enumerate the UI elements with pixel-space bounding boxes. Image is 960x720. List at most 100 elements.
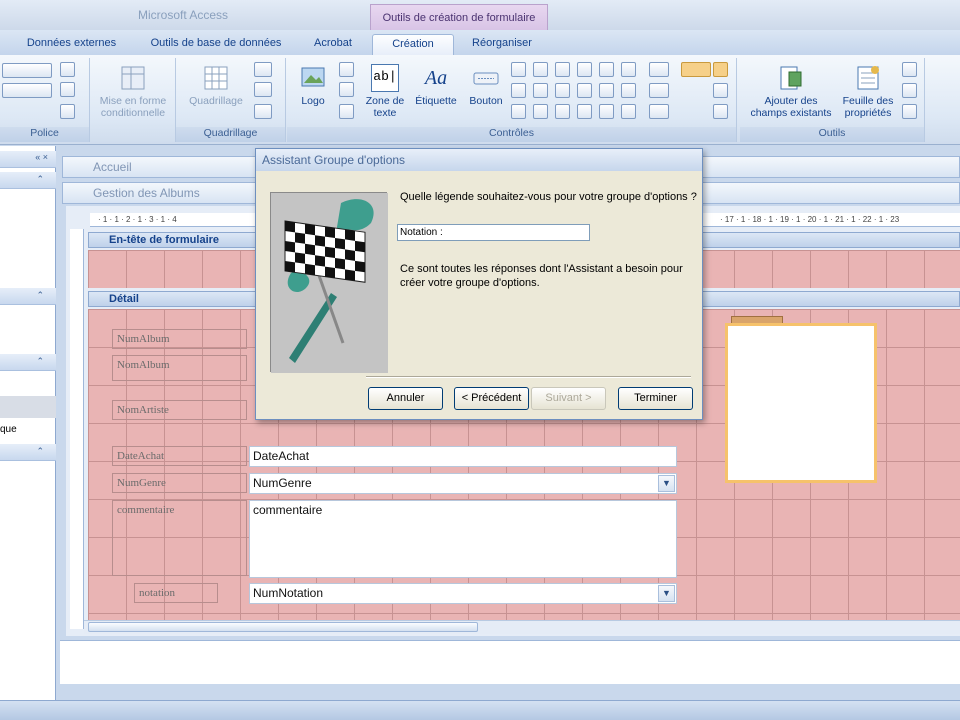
nav-group-header[interactable]: ⌃ — [0, 172, 56, 189]
nav-group-header[interactable]: ⌃ — [0, 354, 56, 371]
label-numalbum[interactable]: NumAlbum — [112, 329, 247, 349]
dialog-info: Ce sont toutes les réponses dont l'Assis… — [400, 263, 683, 289]
collapse-icon[interactable]: ⌃ — [36, 290, 44, 301]
gridlines-icon — [204, 66, 228, 90]
tab-acrobat[interactable]: Acrobat — [300, 34, 366, 55]
list-box-icon[interactable] — [533, 83, 548, 98]
fill-color-icon[interactable] — [60, 82, 75, 97]
command-button-label: Bouton — [469, 95, 503, 107]
cancel-button[interactable]: Annuler — [368, 387, 443, 410]
unbound-object-icon[interactable] — [621, 83, 636, 98]
group-quadrillage: Quadrillage Quadrillage — [176, 58, 286, 142]
line-thickness-icon[interactable] — [649, 62, 669, 77]
chart-icon[interactable] — [599, 62, 614, 77]
label-commentaire[interactable]: commentaire — [112, 500, 247, 576]
label-notation[interactable]: notation — [134, 583, 218, 603]
gridlines-button[interactable]: Quadrillage — [180, 64, 252, 107]
nav-item-selected[interactable] — [0, 396, 56, 418]
tab-control-icon[interactable] — [511, 83, 526, 98]
label-dateachat[interactable]: DateAchat — [112, 446, 247, 466]
collapse-icon[interactable]: ⌃ — [36, 356, 44, 367]
warning-icon[interactable] — [60, 62, 75, 77]
app-title: Microsoft Access — [138, 8, 229, 22]
finish-button[interactable]: Terminer — [618, 387, 693, 410]
tab-donnees-externes[interactable]: Données externes — [14, 34, 129, 55]
legend-input[interactable]: Notation : — [397, 224, 590, 241]
chevron-down-icon[interactable]: ▼ — [658, 475, 675, 492]
select-tool-icon[interactable] — [681, 62, 711, 77]
delete-icon[interactable] — [713, 104, 728, 119]
nav-header[interactable]: « × — [0, 151, 56, 168]
text-box-button[interactable]: ab| Zone de texte — [363, 64, 407, 119]
chevron-down-icon[interactable]: ▼ — [658, 585, 675, 602]
line-color-icon[interactable] — [649, 104, 669, 119]
ruler-ticks-right: · 17 · 1 · 18 · 1 · 19 · 1 · 20 · 1 · 21… — [720, 215, 900, 224]
previous-button[interactable]: < Précédent — [454, 387, 529, 410]
label-numgenre[interactable]: NumGenre — [112, 473, 247, 493]
font-size-box[interactable] — [2, 83, 52, 98]
subform-window-icon[interactable] — [902, 104, 917, 119]
logo-button[interactable]: Logo — [293, 64, 333, 107]
page-break-icon[interactable] — [599, 83, 614, 98]
bound-object-icon[interactable] — [621, 62, 636, 77]
field-numgenre[interactable]: NumGenre ▼ — [249, 473, 677, 494]
attachment-icon[interactable] — [599, 104, 614, 119]
collapse-icon[interactable]: ⌃ — [36, 446, 44, 457]
conditional-format-label: Mise en forme conditionnelle — [99, 95, 167, 119]
next-button[interactable]: Suivant > — [531, 387, 606, 410]
add-existing-fields-button[interactable]: Ajouter des champs existants — [746, 64, 836, 119]
option-group-icon[interactable] — [511, 104, 526, 119]
line-icon[interactable] — [533, 62, 548, 77]
nav-group-header[interactable]: ⌃ — [0, 288, 56, 305]
checkbox-icon[interactable] — [555, 83, 570, 98]
tab-reorganiser[interactable]: Réorganiser — [460, 34, 544, 55]
line-color-icon[interactable] — [60, 104, 75, 119]
add-fields-icon — [780, 66, 802, 90]
more-controls-icon[interactable] — [621, 104, 636, 119]
rectangle-icon[interactable] — [555, 62, 570, 77]
command-button[interactable]: Bouton — [463, 64, 509, 107]
date-time-icon[interactable] — [339, 104, 354, 119]
nav-close-icon[interactable]: « × — [35, 152, 48, 162]
title-icon[interactable] — [339, 62, 354, 77]
label-icon: Aa — [424, 67, 448, 89]
tab-creation[interactable]: Création — [372, 34, 454, 55]
field-commentaire[interactable]: commentaire — [249, 500, 677, 578]
toggle-button-icon[interactable] — [577, 104, 592, 119]
combo-box-icon[interactable] — [511, 62, 526, 77]
tab-outils-base-donnees[interactable]: Outils de base de données — [136, 34, 296, 55]
collapse-icon[interactable]: ⌃ — [36, 174, 44, 185]
field-numnotation[interactable]: NumNotation ▼ — [249, 583, 677, 604]
horizontal-scroll-thumb[interactable] — [88, 622, 478, 632]
navigation-pane: « × ⌃ ⌃ ⌃ que ⌃ — [0, 146, 56, 700]
logo-icon — [301, 67, 325, 87]
label-nomalbum[interactable]: NomAlbum — [112, 355, 247, 381]
field-dateachat[interactable]: DateAchat — [249, 446, 677, 467]
wizard-toggle-icon[interactable] — [713, 62, 728, 77]
group-outils: Ajouter des champs existants Feuille des… — [740, 58, 925, 142]
line-type-icon[interactable] — [649, 83, 669, 98]
option-button-icon[interactable] — [555, 104, 570, 119]
subform-icon[interactable] — [577, 83, 592, 98]
group-police: Police — [0, 58, 90, 142]
conditional-format-button[interactable]: Mise en forme conditionnelle — [92, 64, 174, 119]
nav-group-header[interactable]: ⌃ — [0, 444, 56, 461]
pencil-icon[interactable] — [713, 83, 728, 98]
insert-image-icon[interactable] — [577, 62, 592, 77]
ruler-ticks-left: · 1 · 1 · 2 · 1 · 3 · 1 · 4 — [98, 215, 177, 224]
property-sheet-button[interactable]: Feuille des propriétés — [838, 64, 898, 119]
label-button[interactable]: Aa Étiquette — [411, 64, 461, 107]
field-numgenre-text: NumGenre — [253, 476, 312, 490]
font-name-box[interactable] — [2, 63, 52, 78]
option-group-frame[interactable] — [725, 323, 877, 483]
line-color-icon[interactable] — [254, 104, 272, 119]
nav-item-label[interactable]: que — [0, 424, 17, 435]
page-number-icon[interactable] — [339, 82, 354, 97]
line-type-icon[interactable] — [254, 82, 272, 97]
line-thickness-icon[interactable] — [254, 62, 272, 77]
convert-macros-icon[interactable] — [902, 83, 917, 98]
image-icon[interactable] — [533, 104, 548, 119]
view-code-icon[interactable] — [902, 62, 917, 77]
label-nomartiste[interactable]: NomArtiste — [112, 400, 247, 420]
group-label-controles: Contrôles — [287, 127, 736, 142]
